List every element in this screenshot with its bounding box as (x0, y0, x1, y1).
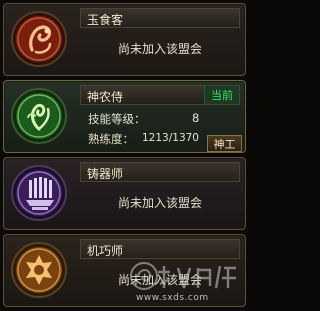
profession-title-bar: 玉食客 (80, 8, 240, 28)
profession-name: 神农侍 (87, 90, 124, 104)
skill-level-row: 技能等级： 8 (88, 111, 199, 127)
profession-title-bar: 神农侍 当前 (80, 85, 240, 105)
smith-emblem-icon (10, 164, 68, 222)
skill-level-value: 8 (192, 111, 200, 125)
mechanist-emblem-icon (10, 241, 68, 299)
profession-card-jiqiaoshi[interactable]: 机巧师 尚未加入该盟会 (3, 234, 246, 307)
profession-title-bar: 铸器师 (80, 162, 240, 182)
proficiency-row: 熟练度： 1213/1370 (88, 131, 199, 147)
proficiency-value: 1213/1370 (142, 132, 199, 144)
shennong-emblem-icon (10, 87, 68, 145)
profession-status: 尚未加入该盟会 (117, 42, 202, 56)
current-badge: 当前 (204, 86, 239, 104)
profession-status: 尚未加入该盟会 (117, 273, 202, 287)
profession-card-yushike[interactable]: 玉食客 尚未加入该盟会 (3, 3, 246, 76)
profession-title-bar: 机巧师 (80, 239, 240, 259)
profession-card-shennongshi[interactable]: 神农侍 当前 技能等级： 8 熟练度： 1213/1370 神工 (3, 80, 246, 153)
profession-name: 玉食客 (87, 13, 124, 27)
skill-level-label: 技能等级： (88, 112, 146, 126)
profession-panel: 玉食客 尚未加入该盟会 神农侍 当前 技能等级： 8 熟练度： 1213/137… (0, 0, 247, 311)
profession-name: 机巧师 (87, 244, 124, 258)
shengong-button[interactable]: 神工 (207, 135, 242, 152)
profession-name: 铸器师 (87, 167, 124, 181)
jade-gourmet-emblem-icon (10, 10, 68, 68)
watermark-url: www.sxds.com (136, 293, 209, 303)
proficiency-label: 熟练度： (88, 132, 134, 146)
profession-card-zhuqishi[interactable]: 铸器师 尚未加入该盟会 (3, 157, 246, 230)
profession-status: 尚未加入该盟会 (117, 196, 202, 210)
